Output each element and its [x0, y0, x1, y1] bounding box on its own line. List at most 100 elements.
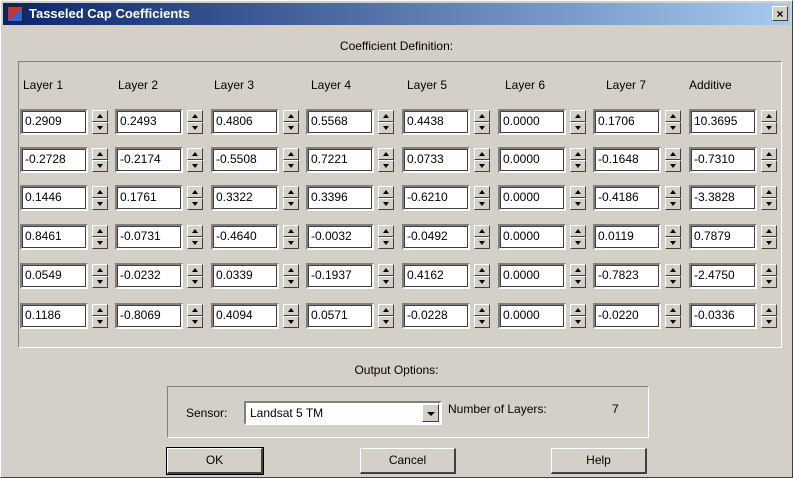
spin-down-icon[interactable] [92, 198, 108, 210]
coefficient-spinner[interactable] [761, 186, 777, 210]
spin-down-icon[interactable] [187, 316, 203, 328]
spin-down-icon[interactable] [665, 276, 681, 288]
coefficient-input[interactable]: 0.8461 [20, 224, 88, 250]
spin-up-icon[interactable] [92, 110, 108, 122]
spin-up-icon[interactable] [187, 110, 203, 122]
coefficient-input[interactable]: 0.0000 [498, 109, 566, 135]
spin-up-icon[interactable] [665, 225, 681, 237]
spin-down-icon[interactable] [92, 316, 108, 328]
spin-up-icon[interactable] [474, 110, 490, 122]
coefficient-input[interactable]: 0.1761 [115, 185, 183, 211]
coefficient-spinner[interactable] [283, 225, 299, 249]
coefficient-input[interactable]: 0.4806 [211, 109, 279, 135]
spin-down-icon[interactable] [283, 276, 299, 288]
spin-up-icon[interactable] [474, 148, 490, 160]
coefficient-spinner[interactable] [570, 148, 586, 172]
coefficient-input[interactable]: 0.4438 [402, 109, 470, 135]
coefficient-input[interactable]: 0.0000 [498, 147, 566, 173]
coefficient-spinner[interactable] [570, 186, 586, 210]
spin-up-icon[interactable] [187, 186, 203, 198]
spin-up-icon[interactable] [378, 225, 394, 237]
spin-down-icon[interactable] [378, 160, 394, 172]
coefficient-input[interactable]: -0.1937 [306, 263, 374, 289]
coefficient-input[interactable]: -0.7823 [593, 263, 661, 289]
spin-up-icon[interactable] [92, 264, 108, 276]
coefficient-spinner[interactable] [283, 264, 299, 288]
spin-down-icon[interactable] [761, 122, 777, 134]
spin-down-icon[interactable] [761, 160, 777, 172]
spin-down-icon[interactable] [570, 198, 586, 210]
coefficient-input[interactable]: -0.4186 [593, 185, 661, 211]
spin-up-icon[interactable] [665, 264, 681, 276]
coefficient-spinner[interactable] [570, 304, 586, 328]
spin-down-icon[interactable] [378, 122, 394, 134]
title-bar[interactable]: Tasseled Cap Coefficients × [3, 3, 790, 25]
coefficient-input[interactable]: -3.3828 [689, 185, 757, 211]
coefficient-spinner[interactable] [187, 110, 203, 134]
coefficient-spinner[interactable] [378, 304, 394, 328]
coefficient-input[interactable]: 0.1446 [20, 185, 88, 211]
coefficient-input[interactable]: -0.1648 [593, 147, 661, 173]
coefficient-spinner[interactable] [187, 186, 203, 210]
spin-up-icon[interactable] [570, 225, 586, 237]
coefficient-spinner[interactable] [187, 264, 203, 288]
coefficient-input[interactable]: -0.0228 [402, 303, 470, 329]
spin-up-icon[interactable] [570, 148, 586, 160]
coefficient-spinner[interactable] [92, 148, 108, 172]
spin-down-icon[interactable] [665, 160, 681, 172]
coefficient-input[interactable]: 0.0000 [498, 303, 566, 329]
coefficient-input[interactable]: 0.0733 [402, 147, 470, 173]
coefficient-input[interactable]: -0.0032 [306, 224, 374, 250]
coefficient-input[interactable]: -0.5508 [211, 147, 279, 173]
spin-down-icon[interactable] [378, 198, 394, 210]
spin-up-icon[interactable] [92, 225, 108, 237]
spin-up-icon[interactable] [283, 304, 299, 316]
spin-down-icon[interactable] [665, 122, 681, 134]
coefficient-input[interactable]: 0.7879 [689, 224, 757, 250]
coefficient-input[interactable]: 0.2909 [20, 109, 88, 135]
spin-down-icon[interactable] [187, 276, 203, 288]
coefficient-input[interactable]: -0.0731 [115, 224, 183, 250]
spin-up-icon[interactable] [283, 186, 299, 198]
spin-up-icon[interactable] [761, 264, 777, 276]
spin-down-icon[interactable] [187, 160, 203, 172]
spin-down-icon[interactable] [92, 122, 108, 134]
spin-up-icon[interactable] [570, 110, 586, 122]
coefficient-spinner[interactable] [761, 225, 777, 249]
coefficient-input[interactable]: -0.0220 [593, 303, 661, 329]
coefficient-input[interactable]: -0.8069 [115, 303, 183, 329]
coefficient-spinner[interactable] [665, 148, 681, 172]
spin-up-icon[interactable] [187, 148, 203, 160]
spin-up-icon[interactable] [187, 264, 203, 276]
coefficient-input[interactable]: 0.0339 [211, 263, 279, 289]
spin-up-icon[interactable] [474, 225, 490, 237]
coefficient-input[interactable]: 0.0000 [498, 263, 566, 289]
coefficient-spinner[interactable] [665, 304, 681, 328]
spin-up-icon[interactable] [378, 304, 394, 316]
coefficient-input[interactable]: 0.2493 [115, 109, 183, 135]
coefficient-spinner[interactable] [92, 110, 108, 134]
spin-down-icon[interactable] [570, 237, 586, 249]
coefficient-spinner[interactable] [761, 110, 777, 134]
spin-up-icon[interactable] [92, 304, 108, 316]
coefficient-input[interactable]: 0.0119 [593, 224, 661, 250]
coefficient-input[interactable]: -0.0492 [402, 224, 470, 250]
spin-down-icon[interactable] [570, 122, 586, 134]
spin-down-icon[interactable] [761, 237, 777, 249]
cancel-button[interactable]: Cancel [360, 448, 456, 474]
coefficient-input[interactable]: 0.0000 [498, 185, 566, 211]
spin-up-icon[interactable] [283, 110, 299, 122]
spin-up-icon[interactable] [187, 304, 203, 316]
coefficient-spinner[interactable] [187, 148, 203, 172]
coefficient-input[interactable]: 0.3396 [306, 185, 374, 211]
coefficient-spinner[interactable] [378, 225, 394, 249]
coefficient-spinner[interactable] [761, 264, 777, 288]
coefficient-spinner[interactable] [378, 186, 394, 210]
coefficient-spinner[interactable] [665, 186, 681, 210]
spin-down-icon[interactable] [665, 237, 681, 249]
spin-up-icon[interactable] [570, 264, 586, 276]
spin-down-icon[interactable] [665, 316, 681, 328]
coefficient-spinner[interactable] [92, 264, 108, 288]
spin-up-icon[interactable] [761, 304, 777, 316]
spin-up-icon[interactable] [283, 264, 299, 276]
